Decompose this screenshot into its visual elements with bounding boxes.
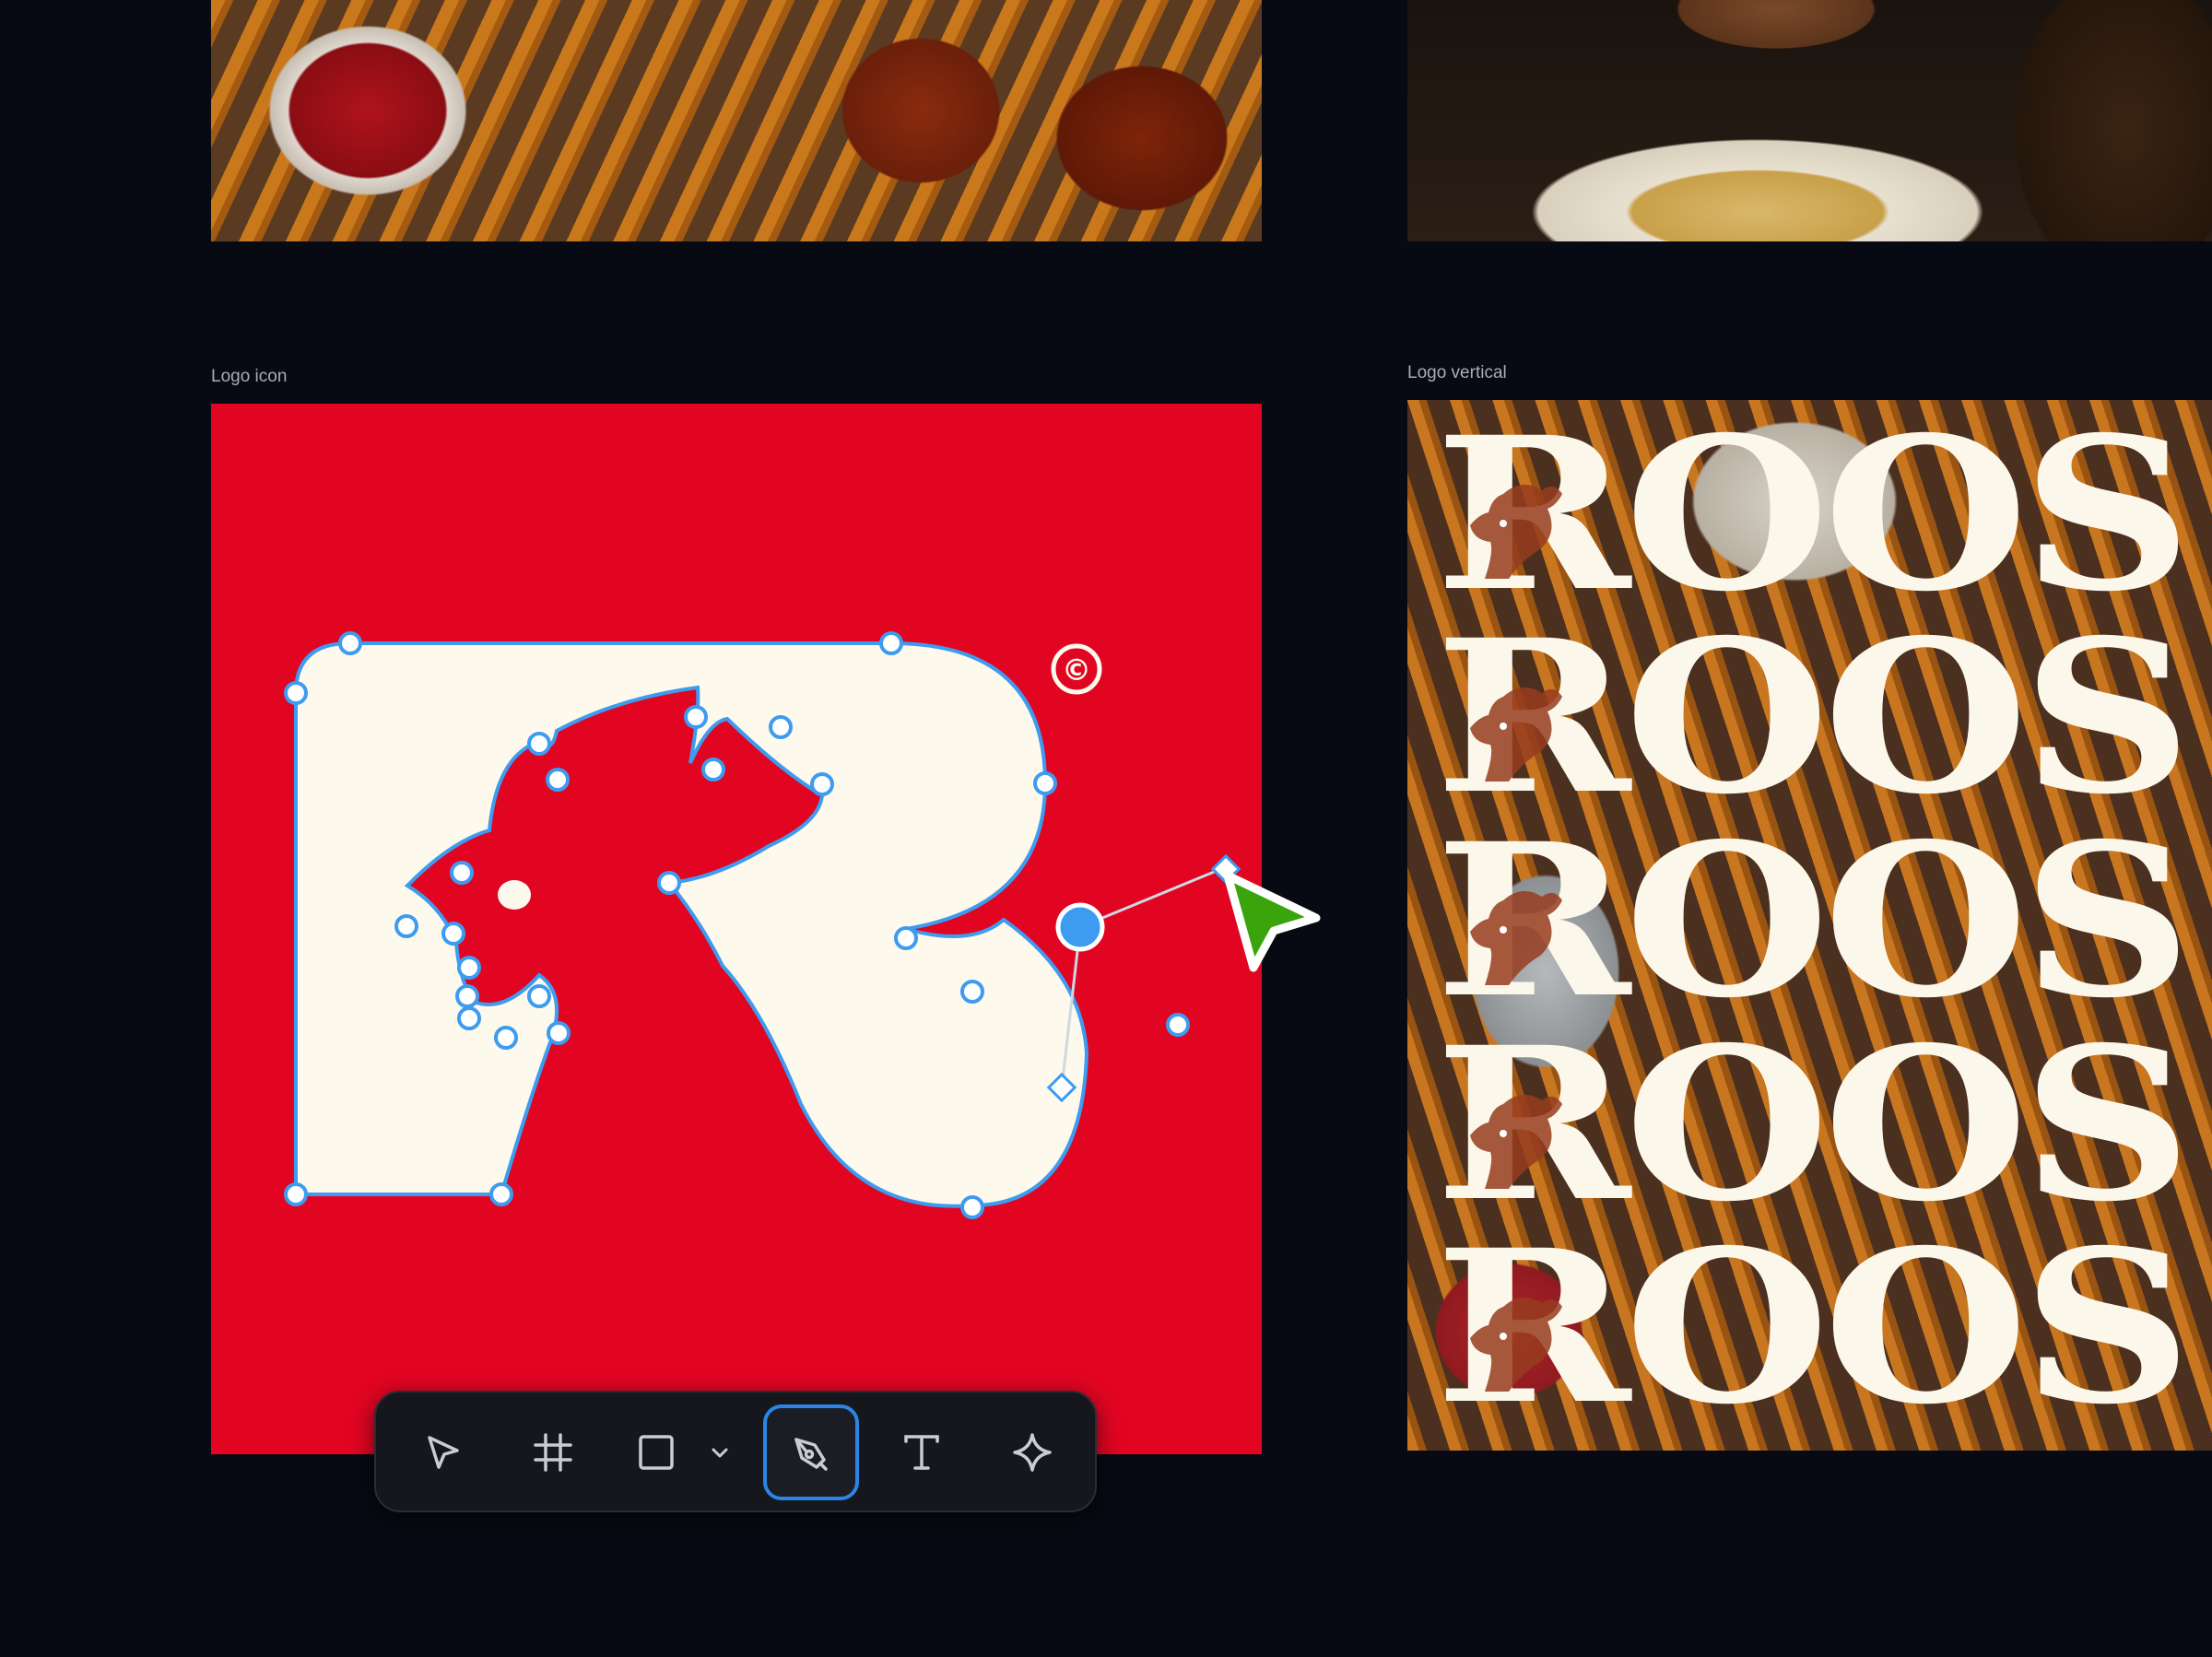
frame-label-logo-icon[interactable]: Logo icon bbox=[211, 367, 287, 387]
logo-r-rooster-vector[interactable]: © bbox=[211, 404, 1262, 1454]
text-icon bbox=[904, 1435, 939, 1470]
pointer-icon bbox=[428, 1436, 459, 1469]
rooster-head-icon bbox=[1470, 1094, 1562, 1189]
copyright-symbol: © bbox=[1062, 652, 1091, 687]
pen-tool-icon bbox=[794, 1438, 828, 1471]
rooster-head-icon bbox=[1470, 687, 1562, 781]
frame-hash-icon bbox=[534, 1433, 572, 1472]
wordmark-row: ROOS bbox=[1435, 409, 2212, 619]
frame-tool-button[interactable] bbox=[505, 1404, 601, 1500]
shape-tool-button[interactable] bbox=[612, 1404, 700, 1500]
logo-icon-frame[interactable]: © bbox=[211, 404, 1321, 1454]
bottom-toolbar bbox=[374, 1391, 1097, 1512]
photo-burger-and-fries[interactable] bbox=[1407, 0, 2212, 241]
selected-anchor-point[interactable] bbox=[1055, 902, 1105, 952]
shape-options-dropdown[interactable] bbox=[697, 1404, 743, 1500]
rectangle-icon bbox=[639, 1435, 674, 1470]
move-tool-button[interactable] bbox=[394, 1404, 490, 1500]
rooster-head-icon bbox=[1470, 484, 1562, 579]
text-tool-button[interactable] bbox=[874, 1404, 970, 1500]
frame-label-logo-vertical[interactable]: Logo vertical bbox=[1407, 363, 1507, 383]
rooster-eye bbox=[498, 880, 531, 910]
collaborator-cursor-icon bbox=[1210, 853, 1321, 972]
wordmark-row: ROOS bbox=[1435, 612, 2212, 822]
sparkle-icon bbox=[1013, 1433, 1052, 1472]
ai-tool-button[interactable] bbox=[984, 1404, 1080, 1500]
chevron-down-icon bbox=[712, 1448, 728, 1458]
wordmark-row: ROOS bbox=[1435, 816, 2212, 1026]
wordmark-row: ROOS bbox=[1435, 1222, 2212, 1432]
wordmark-row: ROOS bbox=[1435, 1019, 2212, 1229]
pen-tool-button[interactable] bbox=[763, 1404, 859, 1500]
logo-vertical-frame[interactable]: ROOS ROOS ROOS ROOS ROOS bbox=[1407, 400, 2212, 1451]
rooster-head-icon bbox=[1470, 1297, 1562, 1392]
photo-fries-and-wings[interactable] bbox=[211, 0, 1262, 241]
rooster-head-icon bbox=[1470, 890, 1562, 985]
